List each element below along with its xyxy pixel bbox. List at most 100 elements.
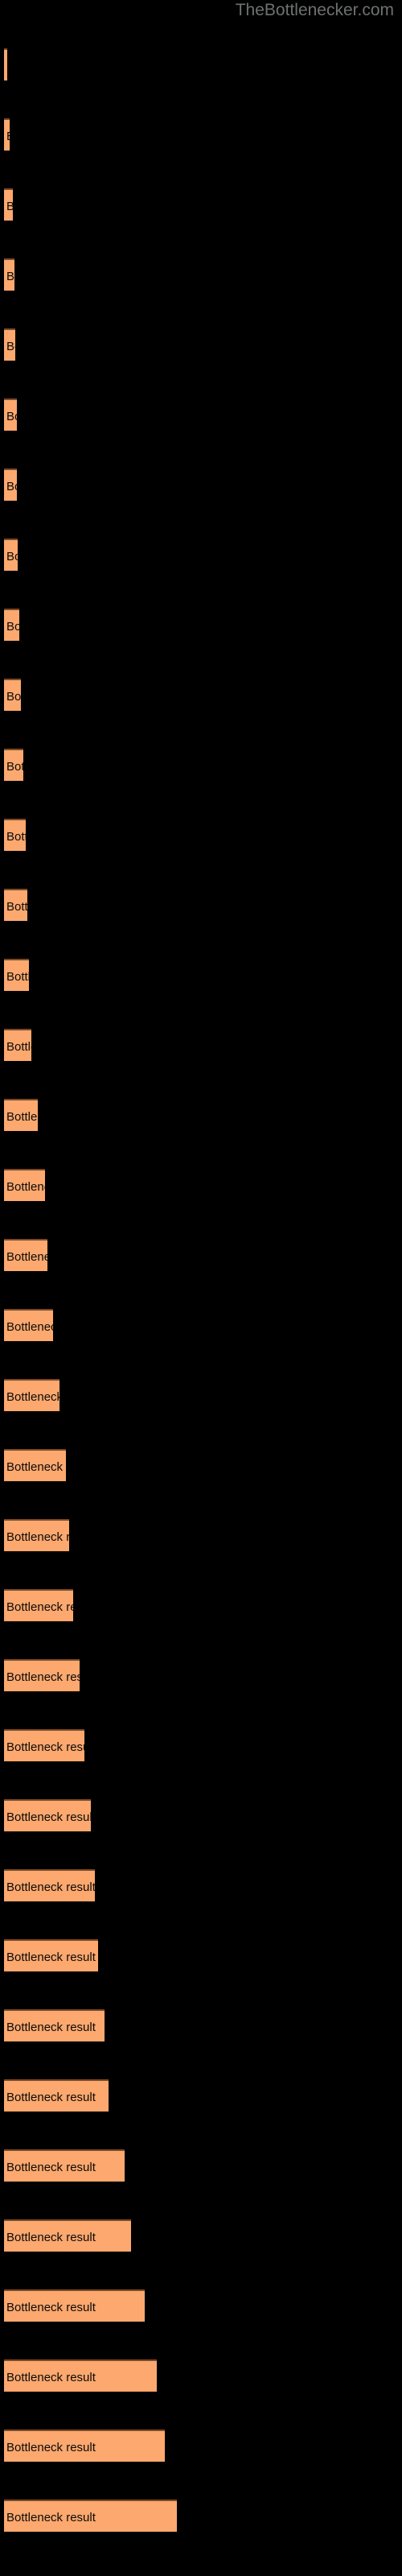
bar: Bottleneck result — [4, 1869, 95, 1901]
bar-clip: Bottleneck result — [4, 1239, 47, 1271]
bar: Bottleneck result — [4, 1029, 31, 1061]
bar: Bottleneck result — [4, 2289, 145, 2322]
bar-clip: Bottleneck result — [4, 889, 27, 921]
bar-row: Bottleneck result — [4, 2429, 165, 2462]
bar-clip: Bottleneck result — [4, 48, 7, 80]
bar-row: Bottleneck result — [4, 539, 18, 571]
bar-row: Bottleneck result — [4, 1589, 73, 1621]
bar-label: Bottleneck result — [6, 1810, 91, 1824]
bar-row: Bottleneck result — [4, 2359, 157, 2392]
bar: Bottleneck result — [4, 1099, 38, 1131]
bar-label: Bottleneck result — [6, 1670, 80, 1684]
bar: Bottleneck result — [4, 48, 7, 80]
bar-clip: Bottleneck result — [4, 2289, 145, 2322]
bar-row: Bottleneck result — [4, 1099, 38, 1131]
bar-row: Bottleneck result — [4, 1939, 98, 1971]
bar-row: Bottleneck result — [4, 2289, 145, 2322]
bar-label: Bottleneck result — [6, 2511, 96, 2524]
bar: Bottleneck result — [4, 1799, 91, 1831]
bar: Bottleneck result — [4, 2429, 165, 2462]
bar-clip: Bottleneck result — [4, 539, 18, 571]
bar-label: Bottleneck result — [6, 480, 17, 493]
bar-label: Bottleneck result — [6, 50, 7, 80]
bar: Bottleneck result — [4, 328, 15, 361]
bar-label: Bottleneck result — [6, 1180, 45, 1194]
bar-row: Bottleneck result — [4, 819, 26, 851]
bar-clip: Bottleneck result — [4, 1799, 91, 1831]
bar: Bottleneck result — [4, 2219, 131, 2252]
bar-label: Bottleneck result — [6, 1530, 69, 1544]
bar-row: Bottleneck result — [4, 118, 10, 151]
bar-label: Bottleneck result — [6, 1600, 73, 1614]
bar-row: Bottleneck result — [4, 328, 15, 361]
bar-clip: Bottleneck result — [4, 819, 26, 851]
bar-clip: Bottleneck result — [4, 118, 10, 151]
bar-clip: Bottleneck result — [4, 1869, 95, 1901]
bar-clip: Bottleneck result — [4, 1449, 66, 1481]
bar-label: Bottleneck result — [6, 1320, 53, 1334]
bar-row: Bottleneck result — [4, 2219, 131, 2252]
bar: Bottleneck result — [4, 1589, 73, 1621]
bar-clip: Bottleneck result — [4, 609, 19, 641]
bar-row: Bottleneck result — [4, 2009, 105, 2041]
bar-row: Bottleneck result — [4, 1309, 53, 1341]
bar: Bottleneck result — [4, 819, 26, 851]
bar-label: Bottleneck result — [6, 2441, 96, 2454]
bar-row: Bottleneck result — [4, 188, 13, 221]
bar-label: Bottleneck result — [6, 830, 26, 844]
bar: Bottleneck result — [4, 959, 29, 991]
bar-row: Bottleneck result — [4, 469, 17, 501]
bar-clip: Bottleneck result — [4, 1029, 31, 1061]
bar-clip: Bottleneck result — [4, 258, 14, 291]
bar-label: Bottleneck result — [6, 970, 29, 984]
bar-label: Bottleneck result — [6, 270, 14, 283]
bar-label: Bottleneck result — [6, 1460, 66, 1474]
bar-row: Bottleneck result — [4, 1729, 84, 1761]
bar-label: Bottleneck result — [6, 200, 13, 213]
bar-row: Bottleneck result — [4, 1169, 45, 1201]
bar-label: Bottleneck result — [6, 2371, 96, 2384]
bar: Bottleneck result — [4, 258, 14, 291]
bar-row: Bottleneck result — [4, 2500, 177, 2532]
bar-clip: Bottleneck result — [4, 1309, 53, 1341]
bar-label: Bottleneck result — [6, 2091, 96, 2104]
bar-clip: Bottleneck result — [4, 2429, 165, 2462]
bar-row: Bottleneck result — [4, 609, 19, 641]
bar: Bottleneck result — [4, 749, 23, 781]
bar-label: Bottleneck result — [6, 410, 17, 423]
bar-clip: Bottleneck result — [4, 328, 15, 361]
bar-row: Bottleneck result — [4, 679, 21, 711]
bar-row: Bottleneck result — [4, 2079, 109, 2112]
bar-label: Bottleneck result — [6, 2301, 96, 2314]
bar: Bottleneck result — [4, 889, 27, 921]
bar-row: Bottleneck result — [4, 959, 29, 991]
bar-row: Bottleneck result — [4, 1659, 80, 1691]
bar: Bottleneck result — [4, 1169, 45, 1201]
bar: Bottleneck result — [4, 2149, 125, 2182]
bar-clip: Bottleneck result — [4, 749, 23, 781]
bar-row: Bottleneck result — [4, 1239, 47, 1271]
bar: Bottleneck result — [4, 539, 18, 571]
bar-clip: Bottleneck result — [4, 2359, 157, 2392]
bar: Bottleneck result — [4, 1449, 66, 1481]
bar-clip: Bottleneck result — [4, 1379, 59, 1411]
bar-clip: Bottleneck result — [4, 1519, 69, 1551]
bar-label: Bottleneck result — [6, 340, 15, 353]
bar-row: Bottleneck result — [4, 749, 23, 781]
bar: Bottleneck result — [4, 118, 10, 151]
bar-clip: Bottleneck result — [4, 2500, 177, 2532]
bar-clip: Bottleneck result — [4, 1729, 84, 1761]
bar-row: Bottleneck result — [4, 1029, 31, 1061]
bar-clip: Bottleneck result — [4, 1169, 45, 1201]
bar-clip: Bottleneck result — [4, 188, 13, 221]
bar-clip: Bottleneck result — [4, 1099, 38, 1131]
bar-row: Bottleneck result — [4, 2149, 125, 2182]
bar-label: Bottleneck result — [6, 1390, 59, 1404]
bar-row: Bottleneck result — [4, 1869, 95, 1901]
bar-label: Bottleneck result — [6, 2231, 96, 2244]
bar: Bottleneck result — [4, 1519, 69, 1551]
bar-clip: Bottleneck result — [4, 2149, 125, 2182]
bar-clip: Bottleneck result — [4, 398, 17, 431]
bar-clip: Bottleneck result — [4, 1939, 98, 1971]
bar-clip: Bottleneck result — [4, 679, 21, 711]
